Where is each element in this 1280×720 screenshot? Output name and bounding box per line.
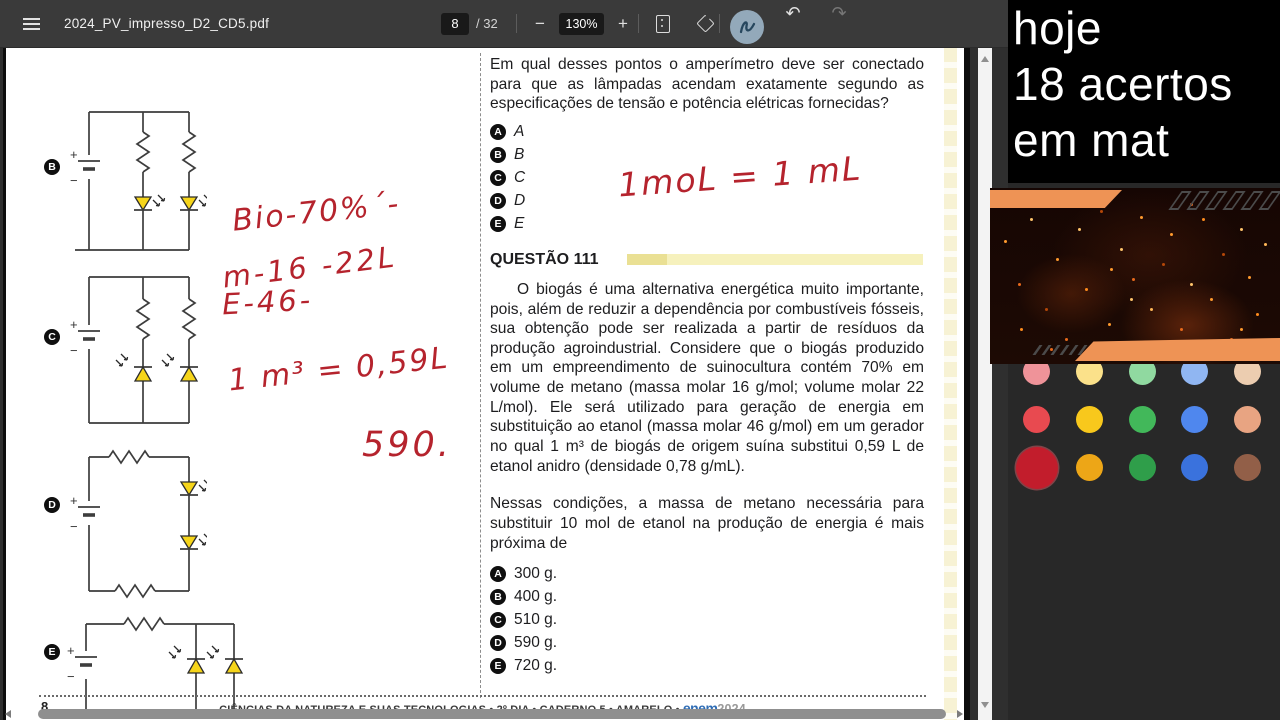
circuit-label-E: E [44, 642, 60, 660]
pen-squiggle-icon [739, 21, 756, 34]
palette-color[interactable] [1128, 406, 1156, 433]
redo-button[interactable]: ↷ [826, 0, 852, 26]
score-line: em mat [1013, 114, 1170, 167]
question-111-heading: QUESTÃO 111 [490, 251, 924, 271]
orange-banner-top [990, 190, 1122, 208]
vertical-scrollbar[interactable] [978, 47, 992, 720]
hatch-marks-bottom [1032, 345, 1088, 355]
zoom-level-input[interactable]: 130% [559, 12, 604, 35]
palette-color[interactable] [1075, 454, 1103, 481]
footer-dotted-line [39, 695, 926, 697]
page-edge-watermark [944, 47, 957, 720]
palette-color-selected[interactable] [1015, 446, 1058, 489]
palette-color[interactable] [1181, 406, 1209, 433]
rotate-button[interactable] [692, 11, 718, 37]
fit-to-page-button[interactable] [650, 11, 676, 37]
palette-color[interactable] [1234, 454, 1261, 481]
yellow-highlight [627, 253, 923, 265]
score-panel: hoje 18 acertos em mat [1008, 0, 1280, 183]
svg-text:+: + [70, 493, 78, 508]
palette-color[interactable] [1234, 406, 1261, 433]
pdf-toolbar: 2024_PV_impresso_D2_CD5.pdf 8 / 32 − 130… [0, 0, 1008, 48]
menu-button[interactable] [18, 0, 44, 47]
zoom-in-button[interactable]: + [610, 11, 636, 37]
scroll-down-icon[interactable] [981, 702, 989, 708]
circuit-label-C: C [44, 327, 60, 345]
palette-color[interactable] [1023, 406, 1050, 433]
scroll-right-icon[interactable] [957, 710, 963, 718]
divider [638, 14, 639, 33]
svg-text:−: − [67, 669, 75, 684]
svg-text:+: + [67, 643, 75, 658]
document-title: 2024_PV_impresso_D2_CD5.pdf [64, 16, 270, 31]
svg-text:+: + [70, 317, 78, 332]
column-divider [480, 53, 481, 698]
answer-option[interactable]: E E [490, 213, 924, 236]
scroll-up-icon[interactable] [981, 56, 989, 62]
zoom-out-button[interactable]: − [527, 11, 553, 37]
answer-option[interactable]: B 400 g. [490, 585, 924, 608]
svg-text:+: + [70, 147, 78, 162]
answer-option[interactable]: A 300 g. [490, 562, 924, 585]
svg-text:−: − [70, 343, 78, 358]
horizontal-scroll-thumb[interactable] [38, 709, 946, 719]
divider [516, 14, 517, 33]
page-number-input[interactable]: 8 [441, 12, 469, 35]
fire-embers-image [990, 188, 1280, 364]
question-111-prompt: Nessas condições, a massa de metano nece… [490, 495, 924, 552]
undo-button[interactable]: ↶ [780, 0, 806, 26]
page-total-label: / 32 [476, 16, 498, 31]
circuit-label-D: D [44, 495, 60, 513]
scroll-left-icon[interactable] [5, 710, 11, 718]
hatch-marks-top [1168, 191, 1280, 210]
svg-text:−: − [70, 519, 78, 534]
ink-note: 590. [362, 425, 452, 465]
answer-option[interactable]: E 720 g. [490, 654, 924, 677]
circuit-label-B: B [44, 157, 60, 175]
horizontal-scrollbar[interactable] [0, 707, 975, 720]
pdf-viewer: B + − C + − D + − E + − Em qual desses p… [0, 47, 1008, 720]
answer-option[interactable]: A A [490, 121, 924, 144]
answer-option[interactable]: D 590 g. [490, 631, 924, 654]
orange-banner-bottom [1075, 338, 1280, 361]
answer-option[interactable]: C 510 g. [490, 608, 924, 631]
score-line: hoje [1013, 2, 1102, 54]
palette-color[interactable] [1128, 454, 1156, 481]
hamburger-icon [22, 22, 40, 25]
svg-text:−: − [70, 173, 78, 188]
screen: 2024_PV_impresso_D2_CD5.pdf 8 / 32 − 130… [0, 0, 1280, 720]
circuit-diagram-C: + − [70, 276, 199, 424]
fit-page-icon [656, 14, 670, 33]
question-111-paragraph: O biogás é uma alternativa energética mu… [490, 280, 924, 475]
draw-tool-button[interactable] [730, 10, 764, 44]
score-line: 18 acertos [1013, 58, 1233, 111]
color-palette [1015, 358, 1266, 502]
ink-note: E-46- [221, 282, 314, 322]
circuit-diagram-D: + − [70, 449, 207, 599]
palette-color[interactable] [1075, 406, 1103, 433]
question-110-stem: Em qual desses pontos o amperímetro deve… [490, 56, 924, 113]
pdf-page: B + − C + − D + − E + − Em qual desses p… [3, 47, 970, 720]
question-111-options: A 300 g. B 400 g. C 510 g. D 590 g. E 72… [490, 562, 924, 677]
divider [719, 14, 720, 33]
palette-color[interactable] [1181, 454, 1209, 481]
circuit-diagram-B: + − [70, 111, 207, 251]
rotate-icon [695, 14, 715, 33]
